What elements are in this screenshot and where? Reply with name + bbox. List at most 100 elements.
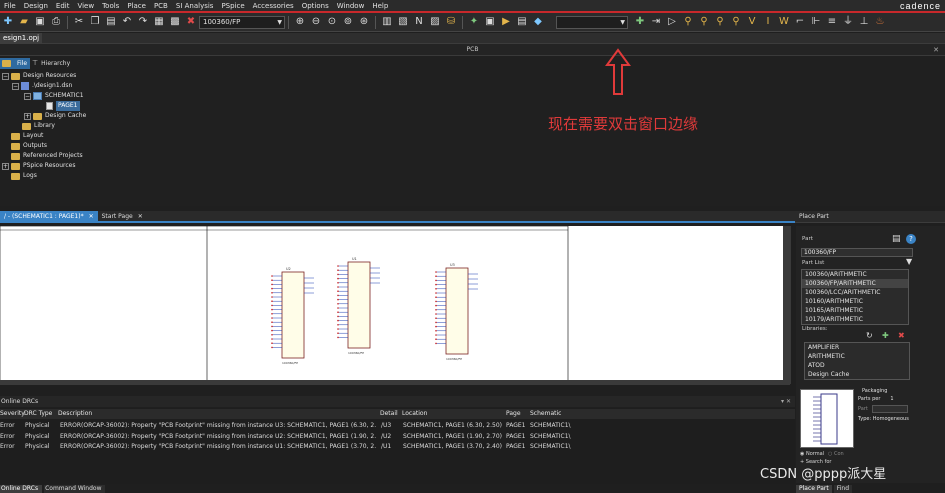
add-library-icon[interactable]: ▤ xyxy=(892,234,901,244)
list-item[interactable]: 100360/FP/ARITHMETIC xyxy=(802,279,908,288)
menu-edit[interactable]: Edit xyxy=(52,2,74,10)
list-item[interactable]: 10179/ARITHMETIC xyxy=(802,315,908,324)
diff-marker-icon[interactable]: ⚲ xyxy=(730,16,742,28)
pspice-run-icon[interactable]: ▶ xyxy=(500,16,512,28)
save-icon[interactable]: ▣ xyxy=(34,16,46,28)
column-header[interactable]: Severity xyxy=(0,409,25,419)
new-icon[interactable]: ✚ xyxy=(2,16,14,28)
column-header[interactable]: Schematic xyxy=(530,409,561,419)
vertical-scrollbar[interactable] xyxy=(783,226,791,384)
copy-icon[interactable]: ❐ xyxy=(89,16,101,28)
expand-icon[interactable]: + xyxy=(2,162,9,170)
menu-view[interactable]: View xyxy=(73,2,98,10)
voltage-marker-icon[interactable]: ⚲ xyxy=(682,16,694,28)
collapse-icon[interactable]: − xyxy=(2,72,9,80)
column-header[interactable]: Location xyxy=(402,409,427,419)
annotate-icon[interactable]: ▥ xyxy=(381,16,393,28)
list-item[interactable]: ATOD xyxy=(805,361,909,370)
tab-place-part[interactable]: Place Part xyxy=(796,485,832,493)
horizontal-scrollbar[interactable] xyxy=(0,380,790,385)
play-icon[interactable]: ▷ xyxy=(666,16,678,28)
menu-si-analysis[interactable]: SI Analysis xyxy=(172,2,218,10)
power-marker-icon[interactable]: ⚲ xyxy=(714,16,726,28)
pspice-markers-icon[interactable]: ◆ xyxy=(532,16,544,28)
zoom-area-icon[interactable]: ⊙ xyxy=(326,16,338,28)
snap-grid-icon[interactable]: ▩ xyxy=(169,16,181,28)
add-marker-icon[interactable]: ✚ xyxy=(634,16,646,28)
undo-icon[interactable]: ↶ xyxy=(121,16,133,28)
table-row[interactable]: Error Physical ERROR(ORCAP-36002): Prope… xyxy=(0,421,795,431)
column-header[interactable]: Detail xyxy=(380,409,398,419)
list-item[interactable]: 10160/ARITHMETIC xyxy=(802,297,908,306)
tab-hierarchy[interactable]: ⊤ Hierarchy xyxy=(30,58,73,69)
flame-icon[interactable]: ♨ xyxy=(874,16,886,28)
refresh-icon[interactable]: ↻ xyxy=(866,331,873,340)
close-icon[interactable]: ✕ xyxy=(138,211,143,222)
netlist-icon[interactable]: N xyxy=(413,16,425,28)
close-icon[interactable]: ✕ xyxy=(933,44,939,56)
tree-item-schematic[interactable]: − SCHEMATIC1 xyxy=(24,91,84,101)
zoom-selection-icon[interactable]: ⊛ xyxy=(358,16,370,28)
tree-item-pspice-resources[interactable]: + PSpice Resources xyxy=(2,161,75,171)
tab-command-window[interactable]: Command Window xyxy=(44,485,106,493)
tab-online-drcs[interactable]: Online DRCs xyxy=(0,485,43,493)
back-annotate-icon[interactable]: ▧ xyxy=(397,16,409,28)
paste-icon[interactable]: ▤ xyxy=(105,16,117,28)
cut-icon[interactable]: ✂ xyxy=(73,16,85,28)
grid-icon[interactable]: ▦ xyxy=(153,16,165,28)
convert-radio[interactable]: ○ Con xyxy=(828,451,844,457)
menu-pspice[interactable]: PSpice xyxy=(217,2,248,10)
bias-v-icon[interactable]: V xyxy=(746,16,758,28)
tree-item-logs[interactable]: Logs xyxy=(11,171,37,181)
print-icon[interactable]: ⎙ xyxy=(50,16,62,28)
filter-icon[interactable]: ▼ xyxy=(906,257,912,266)
expand-icon[interactable]: + xyxy=(24,112,31,120)
part-input[interactable]: 100360/FP xyxy=(801,248,913,257)
column-header[interactable]: Page xyxy=(506,409,521,419)
tab-file[interactable]: File xyxy=(0,58,31,69)
collapse-icon[interactable]: − xyxy=(24,92,31,100)
cross-reference-icon[interactable]: ▨ xyxy=(429,16,441,28)
library-list[interactable]: AMPLIFIER ARITHMETIC ATOD Design Cache xyxy=(804,342,910,380)
pspice-edit-icon[interactable]: ▣ xyxy=(484,16,496,28)
power-icon[interactable]: ⊥ xyxy=(858,16,870,28)
column-header[interactable]: DRC Type xyxy=(24,409,52,419)
table-row[interactable]: Error Physical ERROR(ORCAP-36002): Prope… xyxy=(0,432,795,442)
tree-item-design-resources[interactable]: − Design Resources xyxy=(2,71,76,81)
add-library-button-icon[interactable]: ✚ xyxy=(882,331,889,340)
net-alias-icon[interactable]: ≡ xyxy=(826,16,838,28)
part-name-combo[interactable]: 100360/FP ▼ xyxy=(199,15,285,29)
bus-icon[interactable]: ⊩ xyxy=(810,16,822,28)
project-tab[interactable]: esign1.opj xyxy=(0,33,43,44)
list-item[interactable]: 100360/LCC/ARITHMETIC xyxy=(802,288,908,297)
menu-window[interactable]: Window xyxy=(333,2,369,10)
search-combo[interactable]: ▼ xyxy=(556,15,628,29)
close-icon[interactable]: ✕ xyxy=(89,211,94,222)
tree-item-page[interactable]: PAGE1 xyxy=(46,101,80,111)
list-item[interactable]: 10165/ARITHMETIC xyxy=(802,306,908,315)
tree-item-referenced-projects[interactable]: Referenced Projects xyxy=(11,151,83,161)
bill-of-materials-icon[interactable]: ⛁ xyxy=(445,16,457,28)
list-item[interactable]: 100360/ARITHMETIC xyxy=(802,270,908,279)
drc-icon[interactable]: ✖ xyxy=(185,16,197,28)
tree-item-layout[interactable]: Layout xyxy=(11,131,43,141)
tree-item-dsn[interactable]: − .\design1.dsn xyxy=(12,81,72,91)
tree-item-outputs[interactable]: Outputs xyxy=(11,141,47,151)
part-list[interactable]: 100360/ARITHMETIC 100360/FP/ARITHMETIC 1… xyxy=(801,269,909,325)
tab-find[interactable]: Find xyxy=(833,485,853,493)
menu-accessories[interactable]: Accessories xyxy=(249,2,298,10)
menu-tools[interactable]: Tools xyxy=(98,2,123,10)
open-folder-icon[interactable]: ▰ xyxy=(18,16,30,28)
list-item[interactable]: AMPLIFIER xyxy=(805,343,909,352)
bias-w-icon[interactable]: W xyxy=(778,16,790,28)
menu-options[interactable]: Options xyxy=(298,2,333,10)
tree-item-design-cache[interactable]: + Design Cache xyxy=(24,111,86,121)
menu-help[interactable]: Help xyxy=(368,2,392,10)
redo-icon[interactable]: ↷ xyxy=(137,16,149,28)
zoom-out-icon[interactable]: ⊖ xyxy=(310,16,322,28)
pspice-view-icon[interactable]: ▤ xyxy=(516,16,528,28)
list-item[interactable]: ARITHMETIC xyxy=(805,352,909,361)
zoom-in-icon[interactable]: ⊕ xyxy=(294,16,306,28)
menu-design[interactable]: Design xyxy=(20,2,52,10)
wire-icon[interactable]: ⌐ xyxy=(794,16,806,28)
